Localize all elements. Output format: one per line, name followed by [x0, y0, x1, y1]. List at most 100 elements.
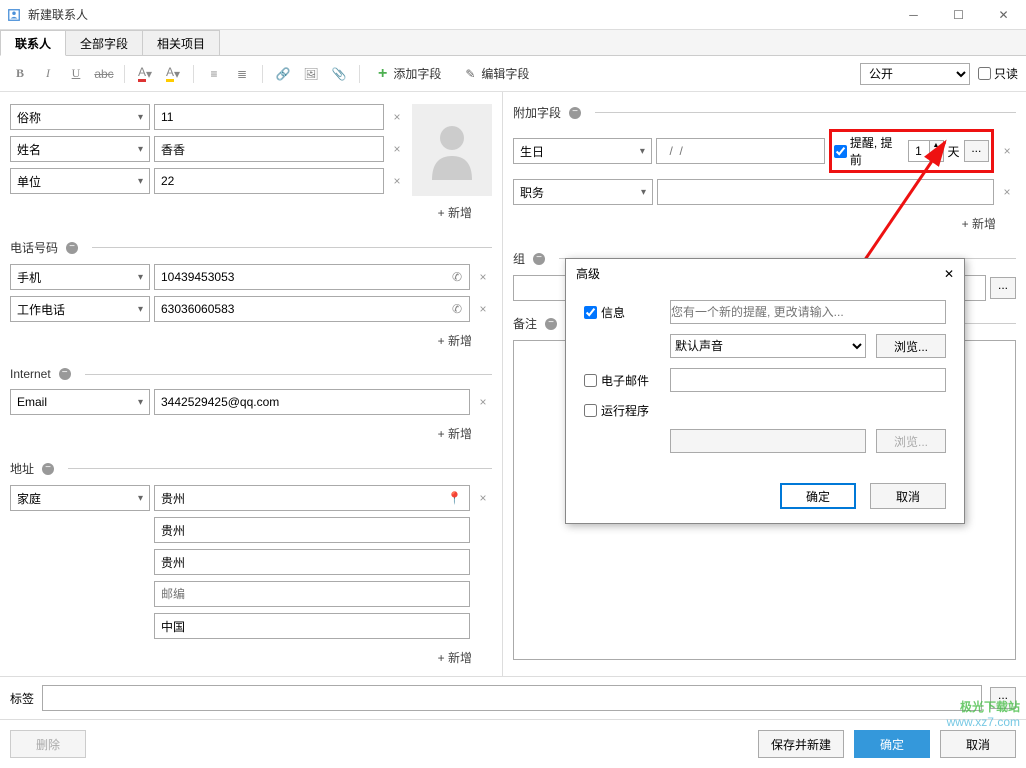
- dialog-close-button[interactable]: ✕: [944, 267, 954, 281]
- address-line3[interactable]: [154, 549, 470, 575]
- highlight-button[interactable]: A ▾: [161, 62, 185, 86]
- window-title: 新建联系人: [28, 6, 891, 23]
- spinner-down[interactable]: ▼: [930, 151, 943, 161]
- mobile-input[interactable]: [154, 264, 470, 290]
- clear-address[interactable]: ×: [474, 491, 492, 505]
- toolbar: B I U abc A ▾ A ▾ ≡ ≣ 🔗 🖼 📎 +添加字段 ✎编辑字段 …: [0, 56, 1026, 92]
- program-input[interactable]: [670, 429, 866, 453]
- job-input[interactable]: [657, 179, 994, 205]
- email-checkbox[interactable]: 电子邮件: [584, 372, 660, 389]
- add-internet[interactable]: 新增: [10, 421, 492, 446]
- image-button[interactable]: 🖼: [299, 62, 323, 86]
- name-input[interactable]: [154, 136, 384, 162]
- clear-name[interactable]: ×: [388, 142, 406, 156]
- name-type-select[interactable]: 姓名▾: [10, 136, 150, 162]
- birthday-date-input[interactable]: [656, 138, 825, 164]
- footer: 删除 保存并新建 确定 取消: [0, 719, 1026, 768]
- clear-nickname[interactable]: ×: [388, 110, 406, 124]
- phone-icon: ✆: [452, 270, 462, 284]
- strike-button[interactable]: abc: [92, 62, 116, 86]
- work-phone-type-select[interactable]: 工作电话▾: [10, 296, 150, 322]
- email-input[interactable]: [154, 389, 470, 415]
- nickname-input[interactable]: [154, 104, 384, 130]
- underline-button[interactable]: U: [64, 62, 88, 86]
- add-extra[interactable]: 新增: [513, 211, 1016, 236]
- tags-browse-button[interactable]: ...: [990, 687, 1016, 709]
- dialog-cancel-button[interactable]: 取消: [870, 483, 946, 509]
- remind-checkbox[interactable]: 提醒, 提前: [834, 134, 904, 168]
- tab-contact[interactable]: 联系人: [0, 30, 66, 56]
- tabs: 联系人 全部字段 相关项目: [0, 30, 1026, 56]
- sound-browse-button[interactable]: 浏览...: [876, 334, 946, 358]
- reminder-highlight: 提醒, 提前 ▲▼ 天 ...: [829, 129, 994, 173]
- attach-button[interactable]: 📎: [327, 62, 351, 86]
- add-address[interactable]: 新增: [10, 645, 492, 670]
- cancel-button[interactable]: 取消: [940, 730, 1016, 758]
- dialog-email-input[interactable]: [670, 368, 946, 392]
- minimize-button[interactable]: ─: [891, 0, 936, 30]
- readonly-checkbox[interactable]: 只读: [978, 65, 1018, 82]
- clear-email[interactable]: ×: [474, 395, 492, 409]
- link-button[interactable]: 🔗: [271, 62, 295, 86]
- tab-related[interactable]: 相关项目: [142, 30, 220, 55]
- clear-company[interactable]: ×: [388, 174, 406, 188]
- add-phone[interactable]: 新增: [10, 328, 492, 353]
- add-name-field[interactable]: 新增: [10, 200, 492, 225]
- maximize-button[interactable]: ☐: [936, 0, 981, 30]
- dialog-title: 高级: [576, 265, 600, 282]
- work-phone-input[interactable]: [154, 296, 470, 322]
- info-checkbox[interactable]: 信息: [584, 304, 660, 321]
- remind-days-spinner[interactable]: ▲▼: [908, 140, 944, 162]
- company-type-select[interactable]: 单位▾: [10, 168, 150, 194]
- tab-all-fields[interactable]: 全部字段: [65, 30, 143, 55]
- add-field-button[interactable]: +添加字段: [368, 63, 451, 85]
- phone-icon: ✆: [452, 302, 462, 316]
- nickname-type-select[interactable]: 俗称▾: [10, 104, 150, 130]
- company-input[interactable]: [154, 168, 384, 194]
- delete-button[interactable]: 删除: [10, 730, 86, 758]
- email-type-select[interactable]: Email▾: [10, 389, 150, 415]
- bold-button[interactable]: B: [8, 62, 32, 86]
- address-type-select[interactable]: 家庭▾: [10, 485, 150, 511]
- program-browse-button[interactable]: 浏览...: [876, 429, 946, 453]
- tags-row: 标签 ...: [0, 676, 1026, 719]
- advanced-dialog: 高级 ✕ 信息 默认声音 浏览... 电子邮件 运行程序 浏览... 确定 取消: [565, 258, 965, 524]
- edit-field-button[interactable]: ✎编辑字段: [455, 63, 539, 84]
- save-and-new-button[interactable]: 保存并新建: [758, 730, 844, 758]
- info-input[interactable]: [670, 300, 946, 324]
- titlebar: 新建联系人 ─ ☐ ✕: [0, 0, 1026, 30]
- address-line1[interactable]: [154, 485, 470, 511]
- group-browse-button[interactable]: ...: [990, 277, 1016, 299]
- visibility-select[interactable]: 公开: [860, 63, 970, 85]
- clear-mobile[interactable]: ×: [474, 270, 492, 284]
- clear-work-phone[interactable]: ×: [474, 302, 492, 316]
- internet-header: Internet−: [10, 367, 492, 381]
- clear-job[interactable]: ×: [998, 185, 1016, 199]
- reminder-more-button[interactable]: ...: [964, 140, 990, 162]
- address-line2[interactable]: [154, 517, 470, 543]
- country-input[interactable]: [154, 613, 470, 639]
- sound-select[interactable]: 默认声音: [670, 334, 866, 358]
- tags-label: 标签: [10, 690, 34, 707]
- font-color-button[interactable]: A ▾: [133, 62, 157, 86]
- spinner-up[interactable]: ▲: [930, 141, 943, 151]
- address-header: 地址−: [10, 460, 492, 477]
- number-list-button[interactable]: ≣: [230, 62, 254, 86]
- bullet-list-button[interactable]: ≡: [202, 62, 226, 86]
- clear-birthday[interactable]: ×: [998, 144, 1016, 158]
- italic-button[interactable]: I: [36, 62, 60, 86]
- birthday-type-select[interactable]: 生日▾: [513, 138, 652, 164]
- mobile-type-select[interactable]: 手机▾: [10, 264, 150, 290]
- close-window-button[interactable]: ✕: [981, 0, 1026, 30]
- job-type-select[interactable]: 职务▾: [513, 179, 653, 205]
- ok-button[interactable]: 确定: [854, 730, 930, 758]
- location-icon: 📍: [447, 491, 462, 505]
- extra-header: 附加字段−: [513, 104, 1016, 121]
- avatar[interactable]: [412, 104, 492, 196]
- left-panel: 俗称▾ × 姓名▾ × 单位▾ × 新增 电话号码−: [0, 92, 503, 676]
- postal-input[interactable]: [154, 581, 470, 607]
- app-icon: [6, 7, 22, 23]
- run-checkbox[interactable]: 运行程序: [584, 402, 660, 419]
- dialog-ok-button[interactable]: 确定: [780, 483, 856, 509]
- tags-input[interactable]: [42, 685, 982, 711]
